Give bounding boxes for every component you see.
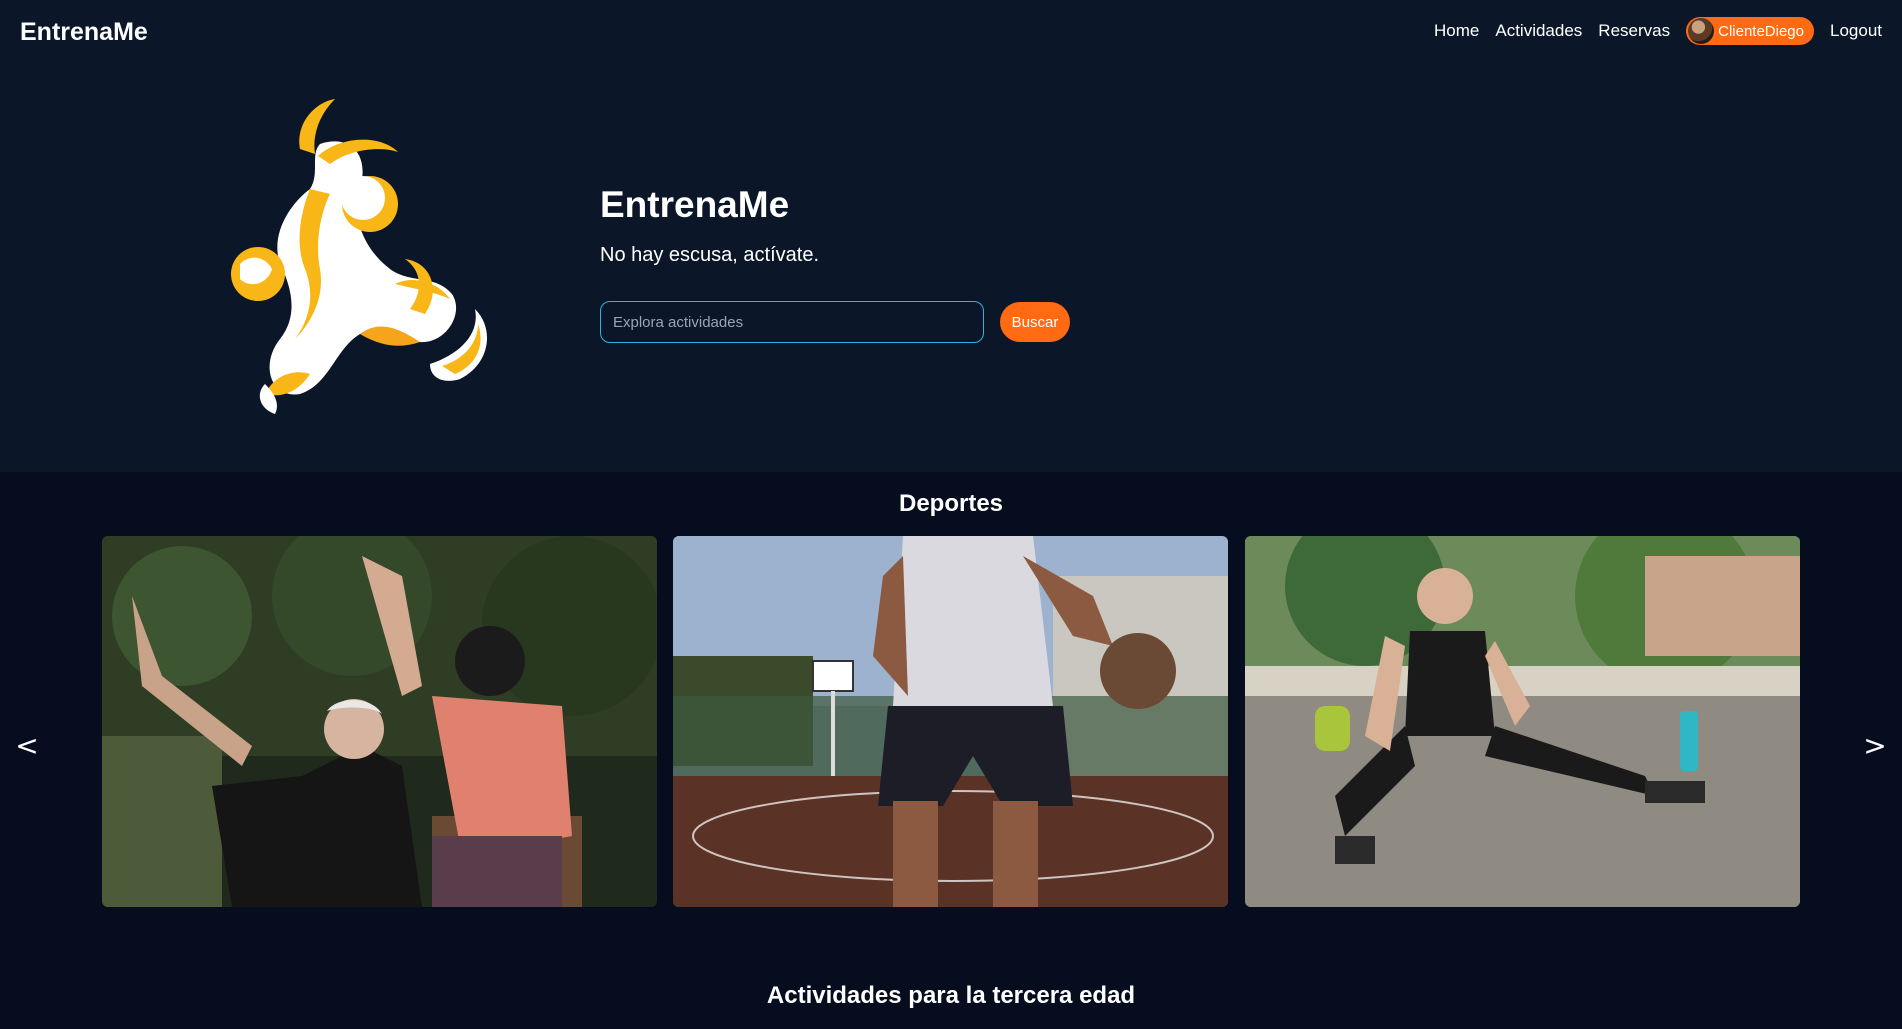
basketball-player-photo [673, 536, 1228, 907]
nav-home[interactable]: Home [1434, 21, 1479, 41]
section-title-deportes: Deportes [898, 490, 1004, 517]
carousel-card-seniors[interactable] [102, 536, 657, 907]
section-title-tercera-edad: Actividades para la tercera edad [766, 982, 1136, 1009]
navbar: EntrenaMe Home Actividades Reservas Clie… [0, 0, 1902, 64]
search-button[interactable]: Buscar [1000, 302, 1070, 342]
avatar [1688, 18, 1715, 44]
carousel-card-basketball[interactable] [673, 536, 1228, 907]
hero-subtitle: No hay escusa, actívate. [600, 244, 820, 266]
carousel-prev-button[interactable]: < [10, 725, 44, 765]
nav-reservas[interactable]: Reservas [1598, 21, 1670, 41]
nav-logout[interactable]: Logout [1830, 21, 1882, 41]
fitness-woman-resting-photo [1245, 536, 1800, 907]
carousel-next-button[interactable]: > [1858, 725, 1892, 765]
stretching-seniors-photo [102, 536, 657, 907]
hero: EntrenaMe No hay escusa, actívate. Busca… [0, 64, 1902, 472]
hero-title: EntrenaMe [600, 184, 790, 225]
search-input[interactable] [600, 301, 984, 343]
nav-links: Home Actividades Reservas ClienteDiego L… [1434, 17, 1882, 45]
entrename-logo [231, 99, 487, 414]
nav-actividades[interactable]: Actividades [1495, 21, 1582, 41]
user-menu[interactable]: ClienteDiego [1686, 17, 1814, 45]
carousel-card-fitness[interactable] [1245, 536, 1800, 907]
brand-link[interactable]: EntrenaMe [20, 18, 148, 47]
user-name: ClienteDiego [1718, 22, 1804, 40]
